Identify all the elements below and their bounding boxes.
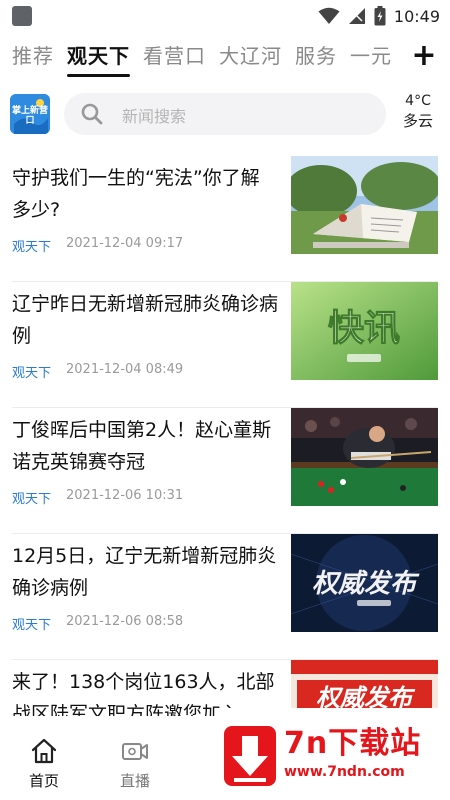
tab-world[interactable]: 观天下 [67, 36, 130, 77]
nav-home[interactable]: 首页 [14, 736, 74, 791]
logo-text: 掌上新营口 [12, 106, 49, 126]
weather-temp: 4°C [405, 93, 431, 109]
video-icon [122, 743, 148, 760]
news-title: 辽宁昨日无新增新冠肺炎确诊病例 [12, 293, 278, 347]
news-item[interactable]: 守护我们一生的“宪法”你了解多少? 观天下 2021-12-04 09:17 [0, 156, 450, 282]
status-time: 10:49 [393, 6, 440, 26]
constitution-book-image [291, 156, 438, 254]
header-bar: 掌上新营口 新闻搜索 4°C 多云 [0, 88, 450, 144]
tab-yiyuan[interactable]: 一元 [350, 36, 392, 76]
news-thumbnail [291, 156, 438, 254]
signal-icon [348, 8, 365, 24]
watermark-title: 7n下载站 [284, 726, 422, 761]
official-release-image: 权威发布 [291, 534, 438, 632]
thumb-text: 权威发布 [312, 569, 420, 599]
tab-service[interactable]: 服务 [295, 36, 337, 76]
tab-row: 推荐 观天下 看营口 大辽河 服务 一元 [12, 36, 404, 80]
news-title: 丁俊晖后中国第2人！赵心童斯诺克英锦赛夺冠 [12, 419, 272, 473]
wifi-icon [318, 7, 340, 24]
status-bar: 10:49 [0, 0, 450, 32]
app-logo: 掌上新营口 [10, 94, 50, 134]
news-time: 2021-12-06 10:31 [66, 488, 184, 503]
thumb-text: 快讯 [328, 308, 400, 349]
news-thumbnail: 权威发布 [291, 534, 438, 632]
tab-yingkou[interactable]: 看营口 [143, 36, 206, 76]
flash-news-image: 快讯 [291, 282, 438, 380]
news-time: 2021-12-04 08:49 [66, 362, 184, 377]
status-icons: 10:49 [318, 4, 440, 28]
news-thumbnail: 快讯 [291, 282, 438, 380]
news-list: 守护我们一生的“宪法”你了解多少? 观天下 2021-12-04 09:17 辽… [0, 156, 450, 716]
news-time: 2021-12-06 08:58 [66, 614, 184, 629]
download-icon [224, 726, 276, 786]
news-item[interactable]: 丁俊晖后中国第2人！赵心童斯诺克英锦赛夺冠 观天下 2021-12-06 10:… [0, 408, 450, 534]
news-item[interactable]: 12月5日，辽宁无新增新冠肺炎确诊病例 观天下 2021-12-06 08:58… [0, 534, 450, 660]
search-placeholder: 新闻搜索 [122, 107, 187, 126]
nav-home-label: 首页 [28, 772, 59, 790]
search-icon [81, 103, 103, 125]
watermark-url: www.7ndn.com [284, 764, 405, 780]
news-thumbnail [291, 408, 438, 506]
nav-live-label: 直播 [119, 772, 150, 790]
weather-widget[interactable]: 4°C 多云 [398, 92, 438, 132]
channel-tabs: 推荐 观天下 看营口 大辽河 服务 一元 + [0, 36, 450, 80]
tab-daliaohe[interactable]: 大辽河 [219, 36, 282, 76]
weather-condition: 多云 [402, 112, 433, 130]
news-title: 12月5日，辽宁无新增新冠肺炎确诊病例 [12, 545, 277, 599]
news-source: 观天下 [12, 492, 52, 507]
news-item[interactable]: 辽宁昨日无新增新冠肺炎确诊病例 观天下 2021-12-04 08:49 快讯 [0, 282, 450, 408]
nav-live[interactable]: 直播 [105, 736, 165, 791]
home-icon [31, 738, 57, 764]
add-channel-icon[interactable]: + [410, 41, 438, 71]
search-input[interactable]: 新闻搜索 [64, 93, 386, 135]
news-title: 守护我们一生的“宪法”你了解多少? [12, 167, 260, 221]
app-notification-icon [12, 6, 32, 26]
news-time: 2021-12-04 09:17 [66, 236, 184, 251]
news-source: 观天下 [12, 366, 52, 381]
news-source: 观天下 [12, 618, 52, 633]
snooker-image [291, 408, 438, 506]
news-source: 观天下 [12, 240, 52, 255]
watermark: 7n下载站 www.7ndn.com [216, 708, 444, 794]
tab-recommend[interactable]: 推荐 [12, 36, 54, 76]
battery-icon [374, 6, 386, 26]
